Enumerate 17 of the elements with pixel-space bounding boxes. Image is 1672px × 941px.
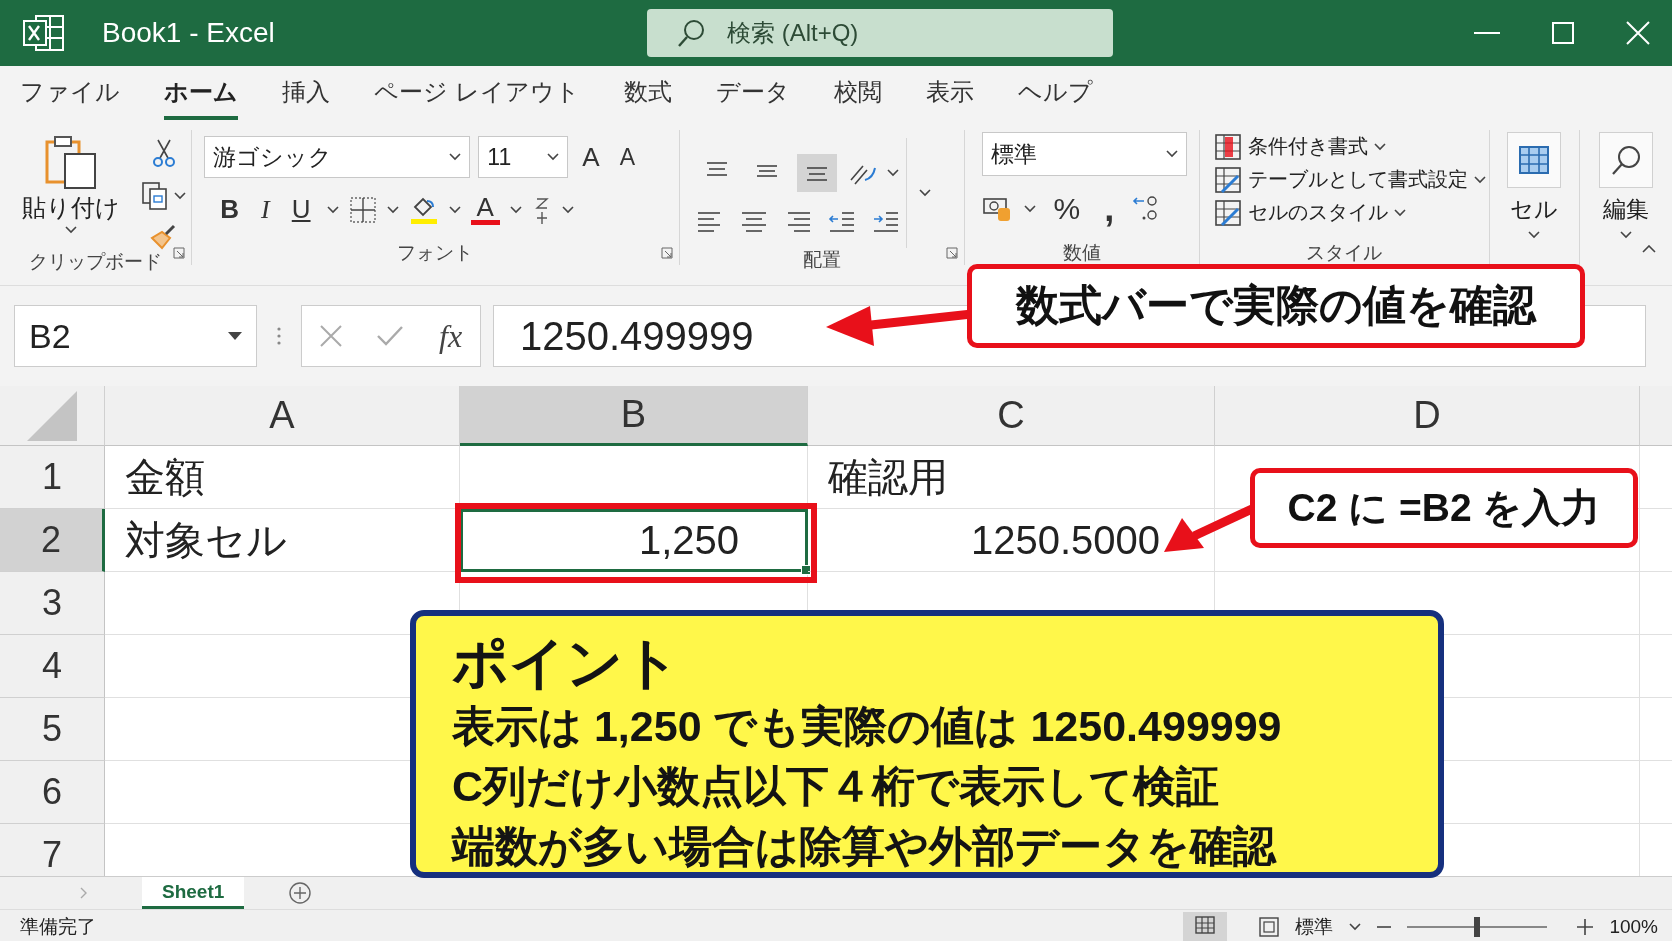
- note-title: ポイント: [452, 630, 680, 696]
- group-label: クリップボード: [28, 250, 164, 274]
- group-label: 配置: [801, 248, 842, 272]
- group-label: 数値: [1061, 241, 1102, 265]
- table-cell: 金額: [105, 446, 460, 509]
- group-label: スタイル: [1305, 241, 1384, 265]
- status-text: 準備完了: [20, 915, 96, 939]
- note-text: 表示は 1,250 でも実際の値は 1250.499999: [452, 701, 1282, 752]
- callout-tooltip: 数式バーで実際の値を確認: [967, 264, 1585, 348]
- window-title: Book1 - Excel: [102, 17, 275, 49]
- note-text: 端数が多い場合は除算や外部データを確認: [452, 821, 1276, 872]
- table-cell: 確認用: [808, 446, 1215, 509]
- callout-tooltip: C2 に =B2 を入力: [1250, 468, 1638, 548]
- note-text: C列だけ小数点以下４桁で表示して検証: [452, 761, 1220, 812]
- table-cell: 対象セル: [105, 509, 460, 572]
- group-label: フォント: [396, 241, 475, 265]
- active-cell: 1,250: [460, 509, 808, 572]
